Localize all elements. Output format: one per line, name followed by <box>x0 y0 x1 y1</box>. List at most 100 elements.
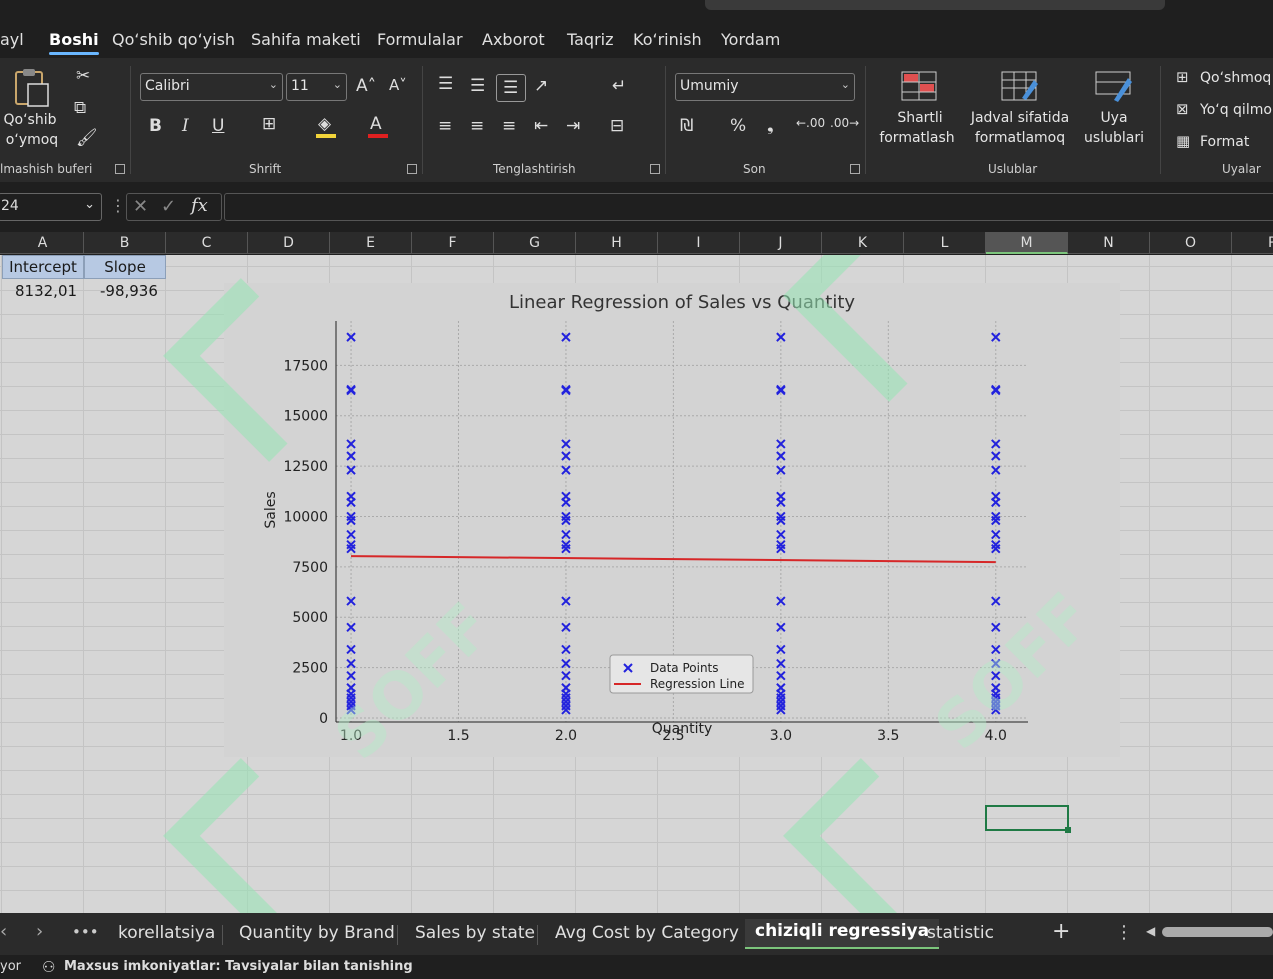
align-top-icon[interactable]: ☰ <box>438 74 453 94</box>
column-header[interactable]: B <box>84 232 166 254</box>
format-as-table-icon[interactable] <box>1000 70 1040 102</box>
tab-formulas[interactable]: Formulalar <box>377 30 463 49</box>
column-header[interactable]: H <box>576 232 658 254</box>
tab-data[interactable]: Axborot <box>482 30 545 49</box>
increase-decimal-icon[interactable]: ←.00 <box>796 116 825 130</box>
font-size-select[interactable]: 11 ⌄ <box>286 73 347 101</box>
tab-review[interactable]: Taqriz <box>567 30 614 49</box>
column-header[interactable]: A <box>2 232 84 254</box>
format-as-table-label-1[interactable]: Jadval sifatida <box>966 108 1074 128</box>
column-header[interactable]: N <box>1068 232 1150 254</box>
clipboard-launcher-icon[interactable] <box>115 164 125 174</box>
comma-style-icon[interactable]: ❟ <box>767 116 774 136</box>
column-header[interactable]: D <box>248 232 330 254</box>
bold-icon[interactable]: B <box>149 116 162 136</box>
format-cells-icon[interactable]: ▦ <box>1176 132 1190 150</box>
sheet-tab-active[interactable]: chiziqli regressiya <box>745 919 940 949</box>
borders-icon[interactable]: ⊞ <box>262 114 276 134</box>
cell-a2[interactable]: 8132,01 <box>15 282 77 300</box>
cell-b1[interactable]: Slope <box>84 255 166 279</box>
paste-button[interactable] <box>10 68 54 108</box>
more-sheets-icon[interactable]: ••• <box>72 923 99 941</box>
align-right-icon[interactable]: ≡ <box>502 116 516 136</box>
insert-cells-icon[interactable]: ⊞ <box>1176 68 1189 86</box>
tab-help[interactable]: Yordam <box>721 30 780 49</box>
formula-input[interactable] <box>224 193 1273 221</box>
selected-cell[interactable] <box>985 805 1071 833</box>
sheet-tab[interactable]: Quantity by Brand <box>239 923 395 943</box>
tab-view[interactable]: Ko‘rinish <box>633 30 702 49</box>
chart-area[interactable]: 1.0 1.5 2.0 2.5 3.0 3.5 4.0 0 2500 5000 7500 10000 1… <box>224 283 1120 757</box>
accounting-format-icon[interactable]: ₪ <box>680 116 693 136</box>
cell-b2[interactable]: -98,936 <box>100 282 158 300</box>
format-as-table-label-2[interactable]: formatlamoq <box>966 128 1074 148</box>
align-left-icon[interactable]: ≡ <box>438 116 452 136</box>
scroll-right-icon[interactable]: › <box>36 921 43 942</box>
column-header[interactable]: G <box>494 232 576 254</box>
font-launcher-icon[interactable] <box>407 164 417 174</box>
column-header-selected[interactable]: M <box>986 232 1068 254</box>
tab-home[interactable]: Boshi <box>49 30 99 55</box>
decrease-indent-icon[interactable]: ⇤ <box>534 116 548 136</box>
cell-styles-label-1[interactable]: Uya <box>1092 108 1136 128</box>
name-box[interactable]: 24 ⌄ <box>0 193 102 221</box>
column-header[interactable]: K <box>822 232 904 254</box>
decrease-font-icon[interactable]: A˅ <box>389 76 407 94</box>
scroll-left-arrow-icon[interactable]: ◀ <box>1146 924 1155 938</box>
font-family-select[interactable]: Calibri ⌄ <box>140 73 283 101</box>
sheet-tab[interactable]: Avg Cost by Category <box>555 923 739 943</box>
conditional-formatting-label-2[interactable]: formatlash <box>870 128 964 148</box>
align-center-icon[interactable]: ≡ <box>470 116 484 136</box>
underline-icon[interactable]: U <box>212 116 224 136</box>
font-color-icon[interactable]: A <box>370 114 382 134</box>
wrap-text-icon[interactable]: ↵ <box>612 76 626 96</box>
accessibility-status[interactable]: Maxsus imkoniyatlar: Tavsiyalar bilan ta… <box>64 959 413 974</box>
conditional-formatting-label-1[interactable]: Shartli <box>880 108 960 128</box>
percent-icon[interactable]: % <box>730 116 746 136</box>
sheet-tab[interactable]: korellatsiya <box>118 923 215 943</box>
fill-color-icon[interactable]: ◈ <box>318 114 331 134</box>
column-header[interactable]: E <box>330 232 412 254</box>
italic-icon[interactable]: I <box>182 116 189 136</box>
orientation-icon[interactable]: ↗ <box>534 76 548 96</box>
cell-styles-label-2[interactable]: uslublari <box>1074 128 1154 148</box>
accessibility-icon[interactable]: ⚇ <box>42 958 55 976</box>
tab-page-layout[interactable]: Sahifa maketi <box>251 30 361 49</box>
sheet-tab[interactable]: statistic <box>927 923 994 943</box>
column-header[interactable]: P <box>1232 232 1273 254</box>
align-bottom-button[interactable]: ☰ <box>496 74 526 102</box>
alignment-launcher-icon[interactable] <box>650 164 660 174</box>
delete-cells-label[interactable]: Yo‘q qilmo <box>1200 100 1272 120</box>
tab-insert[interactable]: Qo‘shib qo‘yish <box>112 30 235 49</box>
conditional-formatting-icon[interactable] <box>900 70 940 102</box>
cell-styles-icon[interactable] <box>1094 70 1134 102</box>
copy-icon[interactable]: ⧉ <box>74 98 86 118</box>
scroll-left-icon[interactable]: ‹ <box>0 921 7 942</box>
decrease-decimal-icon[interactable]: .00→ <box>830 116 859 130</box>
column-header[interactable]: I <box>658 232 740 254</box>
merge-center-icon[interactable]: ⊟ <box>610 116 624 136</box>
add-sheet-icon[interactable]: + <box>1052 919 1070 944</box>
number-launcher-icon[interactable] <box>850 164 860 174</box>
increase-indent-icon[interactable]: ⇥ <box>566 116 580 136</box>
format-painter-icon[interactable]: 🖌 <box>76 128 98 148</box>
delete-cells-icon[interactable]: ⊠ <box>1176 100 1189 118</box>
column-header[interactable]: O <box>1150 232 1232 254</box>
options-icon[interactable]: ⋮ <box>1115 922 1133 943</box>
horizontal-scrollbar[interactable] <box>1162 927 1273 937</box>
worksheet-grid[interactable]: Intercept Slope 8132,01 -98,936 1.0 1.5 2.… <box>0 255 1273 913</box>
column-header[interactable]: C <box>166 232 248 254</box>
cut-icon[interactable]: ✂ <box>76 66 90 86</box>
format-cells-label[interactable]: Format <box>1200 132 1249 152</box>
insert-function-icon[interactable]: fx <box>191 195 208 216</box>
cell-a1[interactable]: Intercept <box>2 255 84 279</box>
align-middle-icon[interactable]: ☰ <box>470 76 485 96</box>
column-header[interactable]: J <box>740 232 822 254</box>
search-bar-edge[interactable] <box>705 0 1165 10</box>
column-header[interactable]: F <box>412 232 494 254</box>
cancel-icon[interactable]: ✕ <box>133 196 148 217</box>
column-header[interactable]: L <box>904 232 986 254</box>
confirm-icon[interactable]: ✓ <box>161 196 176 217</box>
number-format-select[interactable]: Umumiy ⌄ <box>675 73 855 101</box>
sheet-tab[interactable]: Sales by state <box>415 923 535 943</box>
